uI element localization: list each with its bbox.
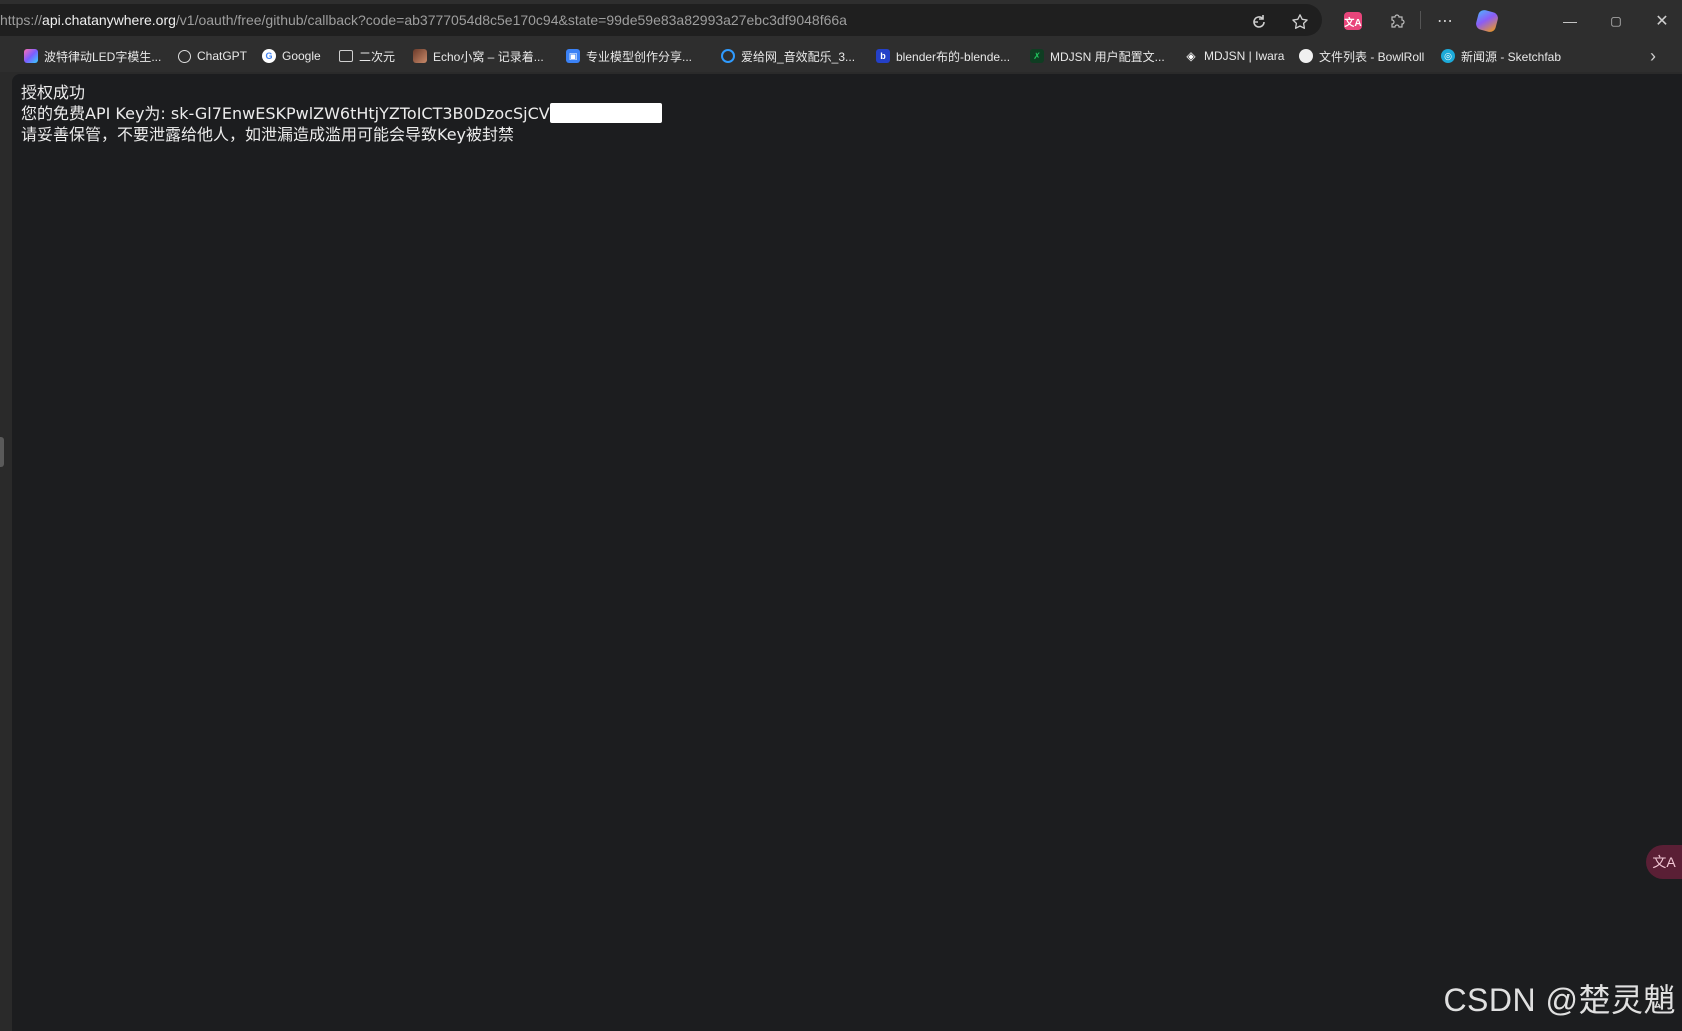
- url-prefix: https://: [0, 12, 43, 28]
- bookmark-label: 爱给网_音效配乐_3...: [741, 49, 856, 64]
- bookmark-label: MDJSN 用户配置文...: [1050, 49, 1165, 64]
- bookmark-item[interactable]: 爱给网_音效配乐_3...: [721, 47, 855, 65]
- bookmark-item[interactable]: ▣ 专业模型创作分享...: [566, 47, 692, 65]
- sidebar-handle[interactable]: [0, 437, 4, 467]
- address-bar: https://api.chatanywhere.org/v1/oauth/fr…: [0, 0, 1682, 40]
- blender-icon: b: [876, 49, 890, 63]
- restore-icon[interactable]: ▢: [1603, 8, 1629, 34]
- bookmark-item[interactable]: 波特律动LED字模生...: [24, 47, 161, 65]
- google-icon: G: [262, 49, 276, 63]
- browser-window: https://api.chatanywhere.org/v1/oauth/fr…: [0, 0, 1682, 1031]
- minimize-icon[interactable]: —: [1557, 8, 1583, 34]
- chevron-right-icon[interactable]: ›: [1650, 46, 1656, 67]
- bookmark-label: ChatGPT: [197, 49, 248, 63]
- bookmark-item[interactable]: ✗ MDJSN 用户配置文...: [1030, 47, 1165, 65]
- warning-text: 请妥善保管，不要泄露给他人，如泄漏造成滥用可能会导致Key被封禁: [21, 125, 515, 144]
- copilot-icon[interactable]: [1474, 8, 1500, 34]
- bookmark-label: Google: [282, 49, 321, 63]
- bookmark-item[interactable]: 文件列表 - BowlRoll: [1299, 47, 1424, 65]
- bookmark-label: 新闻源 - Sketchfab: [1461, 49, 1562, 64]
- refresh-icon[interactable]: [1247, 10, 1271, 34]
- translate-icon: 文A: [1652, 854, 1676, 870]
- api-key-text[interactable]: 您的免费API Key为: sk-Gl7EnwESKPwlZW6tHtjYZTo…: [21, 104, 550, 123]
- iwara-icon: ◈: [1186, 49, 1196, 63]
- url-input[interactable]: https://api.chatanywhere.org/v1/oauth/fr…: [0, 4, 1322, 36]
- toolbar-divider: [1420, 11, 1421, 29]
- bookmark-label: MDJSN | Iwara: [1204, 49, 1285, 63]
- bookmark-item[interactable]: ChatGPT: [178, 47, 247, 65]
- bookmark-item[interactable]: b blender布的-blende...: [876, 47, 1010, 65]
- bookmark-item[interactable]: G Google: [262, 47, 321, 65]
- bookmark-label: blender布的-blende...: [896, 49, 1011, 64]
- page-content: 授权成功 您的免费API Key为: sk-Gl7EnwESKPwlZW6tHt…: [12, 74, 1682, 1031]
- api-key-line: 您的免费API Key为: sk-Gl7EnwESKPwlZW6tHtjYZTo…: [21, 103, 662, 124]
- redaction-box: [549, 103, 662, 123]
- mdjsn-icon: ✗: [1030, 49, 1044, 63]
- more-icon[interactable]: ⋯: [1432, 8, 1458, 34]
- star-icon[interactable]: [1288, 10, 1312, 34]
- model-share-icon: ▣: [566, 49, 580, 63]
- bookmark-item[interactable]: 二次元: [339, 47, 395, 65]
- url-path: /v1/oauth/free/github/callback?code=ab37…: [175, 12, 847, 28]
- folder-icon: [339, 50, 353, 62]
- chatgpt-icon: [178, 49, 191, 63]
- bookmark-led-icon: [24, 49, 38, 63]
- url-host: api.chatanywhere.org: [42, 12, 176, 28]
- watermark: CSDN @楚灵魈: [1443, 982, 1676, 1018]
- translate-float-button[interactable]: 文A: [1646, 845, 1682, 879]
- bookmark-label: 文件列表 - BowlRoll: [1319, 49, 1425, 64]
- bookmark-label: 二次元: [359, 49, 396, 64]
- bookmarks-bar: 波特律动LED字模生... ChatGPT G Google 二次元 Echo小…: [0, 40, 1682, 72]
- auth-success-heading: 授权成功: [21, 83, 86, 102]
- bookmark-label: Echo小窝 – 记录着...: [433, 49, 544, 64]
- extensions-icon[interactable]: [1384, 8, 1410, 34]
- close-icon[interactable]: ✕: [1649, 8, 1675, 34]
- bookmark-label: 专业模型创作分享...: [586, 49, 693, 64]
- aigei-icon: [721, 49, 735, 63]
- auth-message: 授权成功 您的免费API Key为: sk-Gl7EnwESKPwlZW6tHt…: [21, 82, 662, 145]
- url-text[interactable]: https://api.chatanywhere.org/v1/oauth/fr…: [0, 12, 847, 28]
- bookmark-label: 波特律动LED字模生...: [44, 49, 162, 64]
- echo-icon: [413, 49, 427, 63]
- bowlroll-icon: [1299, 49, 1313, 63]
- sketchfab-icon: ◎: [1441, 49, 1455, 63]
- bookmark-item[interactable]: Echo小窝 – 记录着...: [413, 47, 544, 65]
- bookmark-item[interactable]: ◈ MDJSN | Iwara: [1184, 47, 1284, 65]
- translate-extension-icon[interactable]: 文A: [1340, 8, 1366, 34]
- bookmark-item[interactable]: ◎ 新闻源 - Sketchfab: [1441, 47, 1561, 65]
